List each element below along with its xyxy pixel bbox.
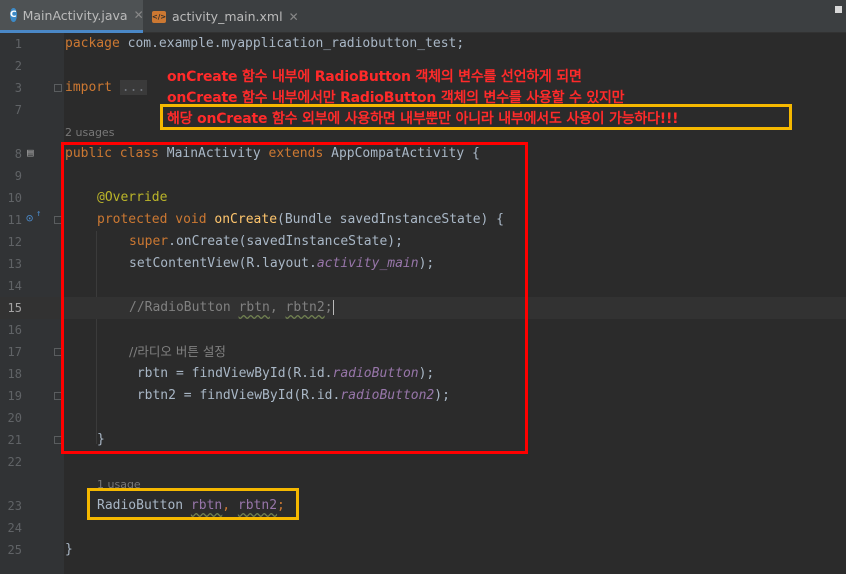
code-line-25[interactable]: 25 } xyxy=(0,539,846,561)
override-icon[interactable]: ⊙ xyxy=(26,211,33,225)
java-class-icon: C xyxy=(10,8,17,22)
code-line-1[interactable]: 1 package com.example.myapplication_radi… xyxy=(0,33,846,55)
class-highlight-box xyxy=(61,142,528,454)
closing-brace: } xyxy=(65,542,73,557)
annotation-line-1: onCreate 함수 내부에 RadioButton 객체의 변수를 선언하게… xyxy=(167,69,582,85)
line-number: 11 xyxy=(7,213,22,227)
tab-mainactivity-java[interactable]: C MainActivity.java ✕ xyxy=(0,0,144,33)
line-number: 3 xyxy=(14,81,22,95)
close-icon[interactable]: ✕ xyxy=(134,8,144,22)
line-number: 24 xyxy=(7,521,22,535)
line-number: 23 xyxy=(7,499,22,513)
usages-hint[interactable]: 2 usages xyxy=(65,126,114,139)
folded-imports[interactable]: ... xyxy=(119,80,148,95)
line-number: 16 xyxy=(7,323,22,337)
code-line-22[interactable]: 22 xyxy=(0,451,846,473)
fold-plus-icon[interactable] xyxy=(54,84,62,92)
tab-activity-main-xml[interactable]: </> activity_main.xml ✕ xyxy=(146,0,299,33)
line-number: 10 xyxy=(7,191,22,205)
line-number: 7 xyxy=(14,103,22,117)
line-number: 19 xyxy=(7,389,22,403)
close-icon[interactable]: ✕ xyxy=(289,10,299,24)
editor-tab-bar: C MainActivity.java ✕ </> activity_main.… xyxy=(0,0,846,33)
keyword: import xyxy=(65,80,112,95)
editor-status-marker xyxy=(835,6,842,13)
line-number: 1 xyxy=(14,37,22,51)
line-number: 15 xyxy=(7,301,22,315)
line-number: 22 xyxy=(7,455,22,469)
line-number: 25 xyxy=(7,543,22,557)
package-name: com.example.myapplication_radiobutton_te… xyxy=(119,36,465,51)
layout-file-icon[interactable]: ▤ xyxy=(27,146,34,159)
line-number: 9 xyxy=(14,169,22,183)
arrow-up-icon: ↑ xyxy=(36,209,42,219)
line-number: 2 xyxy=(14,59,22,73)
tab-label: MainActivity.java xyxy=(22,7,128,23)
line-number: 14 xyxy=(7,279,22,293)
xml-file-icon: </> xyxy=(151,10,167,23)
line-number: 18 xyxy=(7,367,22,381)
tab-label: activity_main.xml xyxy=(172,9,283,24)
line-number: 20 xyxy=(7,411,22,425)
keyword: package xyxy=(65,36,120,51)
line-number: 13 xyxy=(7,257,22,271)
line-number: 8 xyxy=(14,147,22,161)
annotation-line-3: 해당 onCreate 함수 외부에 사용하면 내부뿐만 아니라 내부에서도 사… xyxy=(167,111,679,127)
line-number: 21 xyxy=(7,433,22,447)
line-number: 17 xyxy=(7,345,22,359)
field-highlight-box xyxy=(87,488,299,520)
code-line-24[interactable]: 24 xyxy=(0,517,846,539)
line-number: 12 xyxy=(7,235,22,249)
